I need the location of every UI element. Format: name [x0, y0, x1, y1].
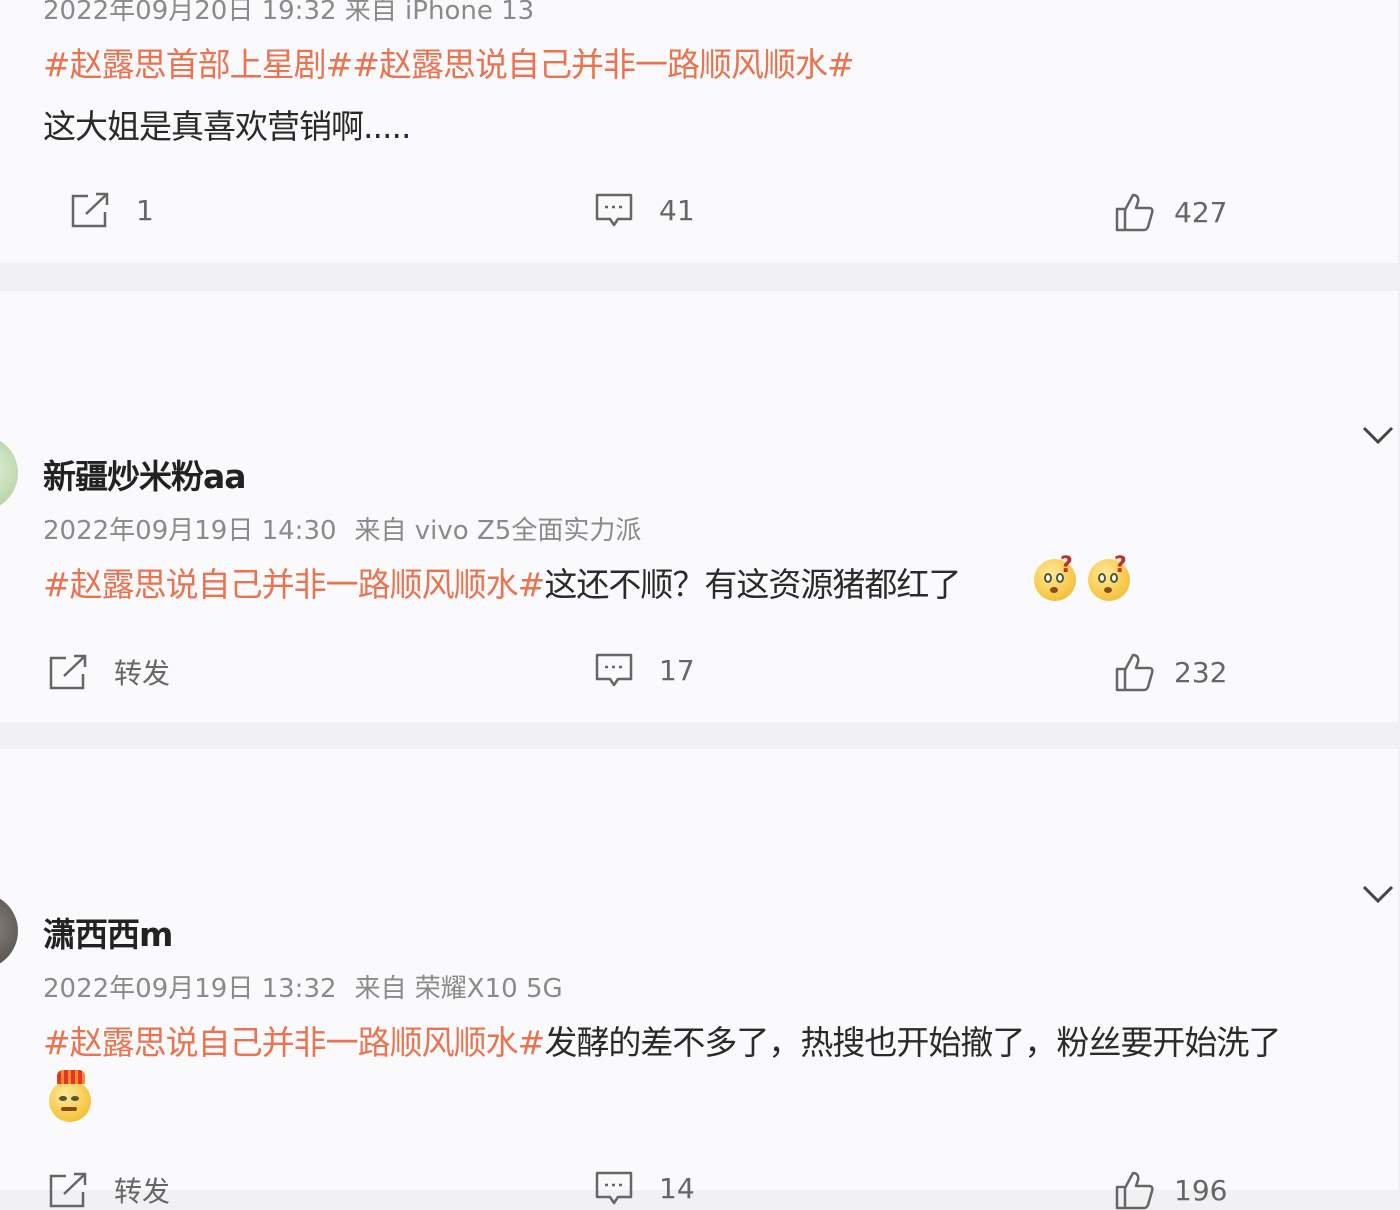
smug-face-emoji	[49, 1070, 91, 1122]
confused-face-emoji: ?	[1034, 553, 1076, 601]
repost-count: 1	[136, 193, 154, 227]
like-count: 427	[1174, 195, 1228, 229]
post-date: 2022年09月19日 13:32	[43, 974, 337, 1004]
username[interactable]: 潇西西m	[43, 908, 173, 956]
like-count: 232	[1174, 655, 1228, 689]
post-text: 这还不顺？有这资源猪都红了	[544, 565, 961, 604]
repost-icon	[49, 1172, 87, 1208]
comment-icon	[595, 1171, 633, 1205]
like-button[interactable]: 427	[1114, 192, 1227, 232]
repost-button[interactable]: 1	[70, 192, 154, 228]
post-source: 来自 vivo Z5全面实力派	[354, 516, 642, 546]
chevron-down-icon[interactable]	[1362, 425, 1394, 445]
post-content: #赵露思首部上星剧##赵露思说自己并非一路顺风顺水#	[43, 38, 855, 86]
post-meta: 2022年09月20日 19:32 来自 iPhone 13	[43, 0, 535, 26]
thumbs-up-icon	[1115, 193, 1154, 232]
comment-button[interactable]: 17	[595, 652, 695, 688]
post-content: #赵露思说自己并非一路顺风顺水#这还不顺？有这资源猪都红了	[43, 558, 961, 606]
thumbs-up-icon	[1115, 1171, 1154, 1210]
post-source: 来自 荣耀X10 5G	[354, 974, 563, 1004]
username[interactable]: 新疆炒米粉aa	[43, 450, 247, 498]
repost-button[interactable]: 转发	[48, 652, 170, 692]
hashtag-link[interactable]: #赵露思首部上星剧##赵露思说自己并非一路顺风顺水#	[43, 45, 855, 84]
hashtag-link[interactable]: #赵露思说自己并非一路顺风顺水#	[43, 1023, 545, 1062]
post-text: 发酵的差不多了，热搜也开始撤了，粉丝要开始洗了	[544, 1023, 1281, 1062]
post-text: 这大姐是真喜欢营销啊.....	[43, 107, 411, 146]
post-content: #赵露思说自己并非一路顺风顺水#发酵的差不多了，热搜也开始撤了，粉丝要开始洗了	[43, 1016, 1281, 1064]
post-meta: 2022年09月19日 14:30 来自 vivo Z5全面实力派	[43, 510, 641, 547]
comment-button[interactable]: 14	[595, 1170, 695, 1206]
repost-icon	[49, 654, 87, 690]
confused-face-emoji: ?	[1088, 553, 1130, 601]
comment-icon	[595, 193, 633, 227]
repost-icon	[71, 192, 109, 228]
repost-button[interactable]: 转发	[48, 1170, 170, 1210]
comment-icon	[595, 653, 633, 687]
like-button[interactable]: 232	[1114, 652, 1227, 692]
like-button[interactable]: 196	[1114, 1170, 1227, 1210]
comment-count: 17	[659, 653, 695, 687]
like-count: 196	[1174, 1173, 1228, 1207]
comment-count: 41	[659, 193, 695, 227]
comment-count: 14	[659, 1171, 695, 1205]
hashtag-link[interactable]: #赵露思说自己并非一路顺风顺水#	[43, 565, 545, 604]
post-date: 2022年09月19日 14:30	[43, 516, 337, 546]
comment-button[interactable]: 41	[595, 192, 695, 228]
post-card: 2022年09月20日 19:32 来自 iPhone 13 #赵露思首部上星剧…	[0, 0, 1398, 263]
repost-label: 转发	[114, 1175, 171, 1208]
post-meta: 2022年09月19日 13:32 来自 荣耀X10 5G	[43, 968, 563, 1005]
repost-label: 转发	[114, 657, 171, 690]
thumbs-up-icon	[1115, 653, 1154, 692]
chevron-down-icon[interactable]	[1362, 884, 1394, 904]
